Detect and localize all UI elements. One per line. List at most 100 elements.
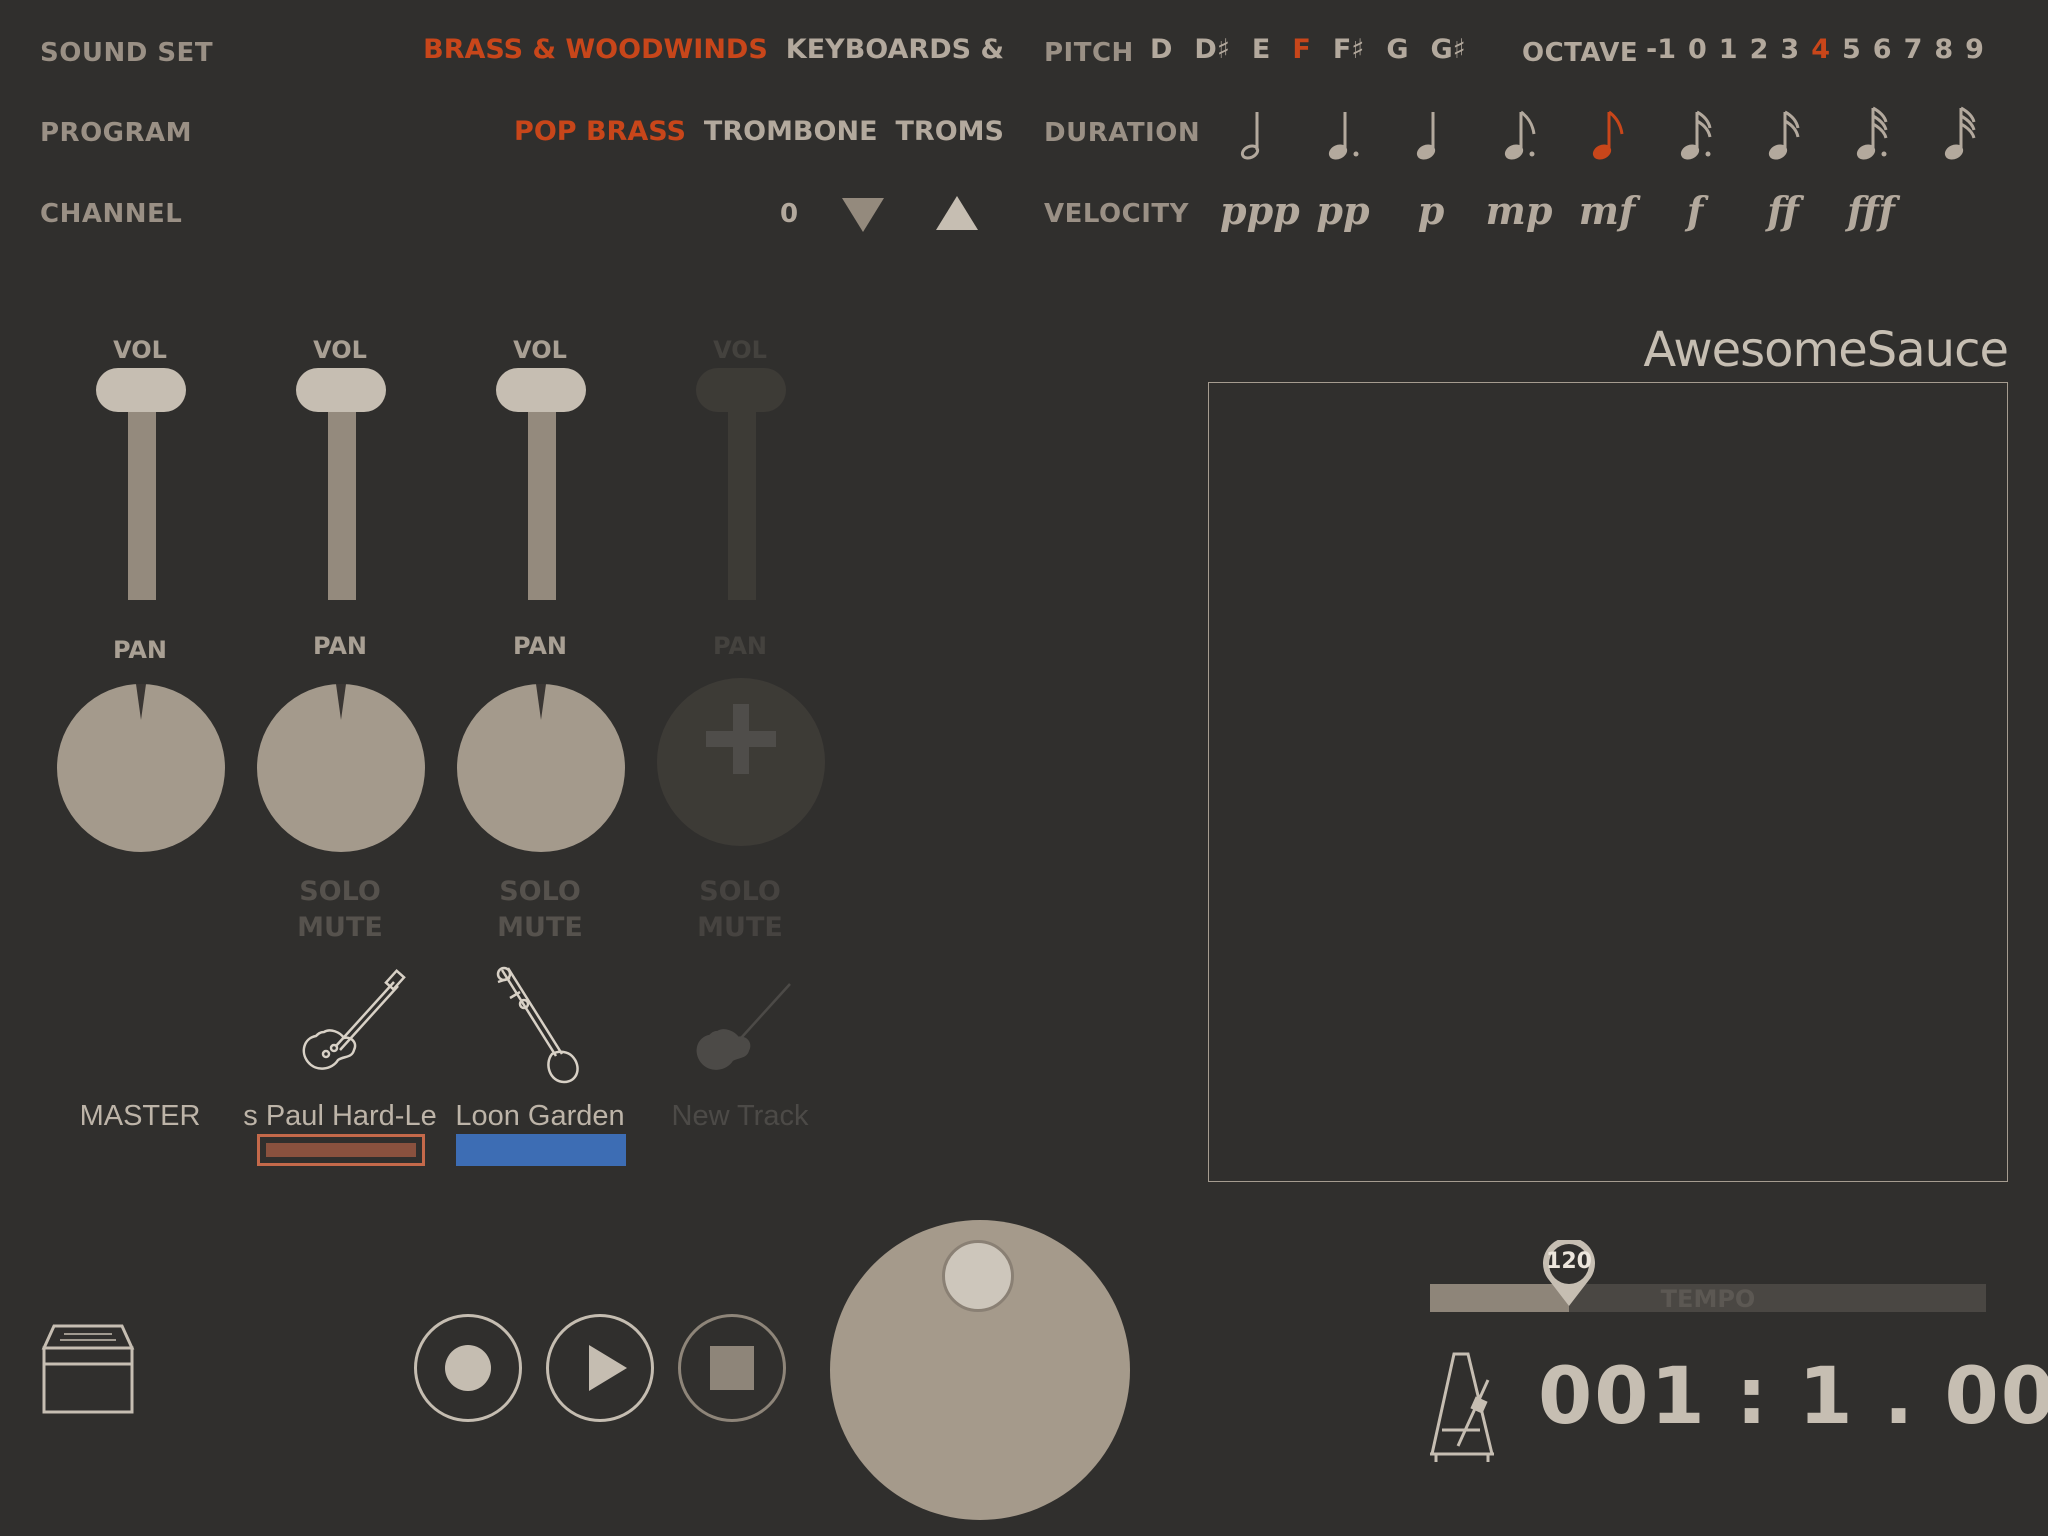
octave-7[interactable]: 7 bbox=[1904, 34, 1923, 65]
velocity-ff[interactable]: ff bbox=[1748, 188, 1818, 233]
velocity-label: VELOCITY bbox=[1044, 199, 1189, 229]
mute-button[interactable]: MUTE bbox=[240, 910, 440, 946]
octave-9[interactable]: 9 bbox=[1965, 34, 1984, 65]
electric-guitar-icon[interactable] bbox=[286, 966, 406, 1086]
octave-5[interactable]: 5 bbox=[1842, 34, 1861, 65]
track-name[interactable]: Loon Garden bbox=[440, 1100, 640, 1133]
velocity-list: ppp pp p mp mf f ff fff bbox=[1220, 188, 1906, 233]
octave-minus-1[interactable]: -1 bbox=[1646, 34, 1676, 65]
volume-fader-track[interactable] bbox=[528, 388, 556, 600]
pan-knob[interactable] bbox=[457, 684, 625, 852]
electric-guitar-icon bbox=[696, 983, 791, 1070]
dotted-quarter-note-icon[interactable] bbox=[1312, 104, 1372, 164]
panel-title: AwesomeSauce bbox=[1643, 322, 2009, 378]
plus-icon bbox=[706, 704, 776, 774]
pan-indicator-icon bbox=[136, 684, 146, 720]
velocity-mf[interactable]: mf bbox=[1572, 188, 1642, 233]
velocity-p[interactable]: p bbox=[1396, 188, 1466, 233]
program-list: POP BRASS TROMBONE TROMS bbox=[514, 116, 1004, 147]
program-trombone[interactable]: TROMBONE bbox=[704, 116, 878, 147]
pitch-e[interactable]: E bbox=[1252, 34, 1270, 65]
metronome-icon[interactable] bbox=[1428, 1350, 1500, 1464]
channel-up-icon[interactable] bbox=[934, 194, 980, 234]
volume-fader-track[interactable] bbox=[328, 388, 356, 600]
half-note-icon[interactable] bbox=[1224, 104, 1284, 164]
sound-set-brass-woodwinds[interactable]: BRASS & WOODWINDS bbox=[423, 34, 768, 65]
program-troms[interactable]: TROMS bbox=[896, 116, 1004, 147]
channel-value: 0 bbox=[780, 199, 799, 229]
channel-label: CHANNEL bbox=[40, 199, 183, 229]
vol-label: VOL bbox=[713, 336, 767, 364]
octave-1[interactable]: 1 bbox=[1719, 34, 1738, 65]
sound-set-label: SOUND SET bbox=[40, 38, 214, 68]
position-readout: 001 : 1 . 001 bbox=[1538, 1352, 2048, 1442]
pitch-g-sharp[interactable]: G♯ bbox=[1431, 34, 1466, 65]
channel-down-icon[interactable] bbox=[840, 194, 886, 234]
dotted-sixteenth-note-icon[interactable] bbox=[1664, 104, 1724, 164]
volume-fader-track[interactable] bbox=[128, 388, 156, 600]
pitch-label: PITCH bbox=[1044, 38, 1134, 68]
quarter-note-icon[interactable] bbox=[1400, 104, 1460, 164]
save-box-icon[interactable] bbox=[40, 1324, 136, 1414]
mute-button[interactable]: MUTE bbox=[440, 910, 640, 946]
velocity-f[interactable]: f bbox=[1660, 188, 1730, 233]
mute-button: MUTE bbox=[697, 912, 783, 943]
pitch-f[interactable]: F bbox=[1292, 34, 1310, 65]
volume-fader-knob[interactable] bbox=[296, 368, 386, 412]
stop-button[interactable] bbox=[678, 1314, 786, 1422]
solo-button[interactable]: SOLO bbox=[440, 874, 640, 910]
pan-indicator-icon bbox=[336, 684, 346, 720]
dotted-eighth-note-icon[interactable] bbox=[1488, 104, 1548, 164]
play-button[interactable] bbox=[546, 1314, 654, 1422]
volume-fader-knob[interactable] bbox=[96, 368, 186, 412]
tempo-slider-thumb[interactable]: 120 bbox=[1535, 1240, 1603, 1308]
sitar-icon[interactable] bbox=[480, 960, 600, 1088]
tempo-value: 120 bbox=[1546, 1249, 1592, 1274]
octave-6[interactable]: 6 bbox=[1873, 34, 1892, 65]
main-panel[interactable] bbox=[1208, 382, 2008, 1182]
solo-button[interactable]: SOLO bbox=[240, 874, 440, 910]
mixer-strip-new-track: VOL PAN SOLO MUTE New Track bbox=[640, 336, 840, 1176]
volume-fader-track bbox=[728, 388, 756, 600]
octave-0[interactable]: 0 bbox=[1688, 34, 1707, 65]
octave-2[interactable]: 2 bbox=[1750, 34, 1769, 65]
velocity-ppp[interactable]: ppp bbox=[1220, 188, 1300, 233]
track-color-fill[interactable] bbox=[456, 1134, 626, 1166]
pitch-g[interactable]: G bbox=[1386, 34, 1408, 65]
track-name[interactable]: s Paul Hard-Le bbox=[240, 1100, 440, 1133]
octave-3[interactable]: 3 bbox=[1780, 34, 1799, 65]
duration-label: DURATION bbox=[1044, 118, 1201, 148]
pan-knob[interactable] bbox=[257, 684, 425, 852]
pan-knob[interactable] bbox=[57, 684, 225, 852]
track-name[interactable]: New Track bbox=[640, 1100, 840, 1133]
dotted-thirty-second-note-icon[interactable] bbox=[1840, 104, 1900, 164]
octave-8[interactable]: 8 bbox=[1934, 34, 1953, 65]
thirty-second-note-icon[interactable] bbox=[1928, 104, 1988, 164]
record-button[interactable] bbox=[414, 1314, 522, 1422]
sound-set-keyboards[interactable]: KEYBOARDS & bbox=[786, 34, 1004, 65]
track-color-outline[interactable] bbox=[257, 1134, 425, 1166]
sixteenth-note-icon[interactable] bbox=[1752, 104, 1812, 164]
pitch-d[interactable]: D bbox=[1150, 34, 1172, 65]
pan-label: PAN bbox=[712, 632, 768, 660]
program-pop-brass[interactable]: POP BRASS bbox=[514, 116, 686, 147]
eighth-note-icon[interactable] bbox=[1576, 104, 1636, 164]
velocity-mp[interactable]: mp bbox=[1484, 188, 1554, 233]
vol-label: VOL bbox=[113, 336, 167, 364]
pitch-d-sharp[interactable]: D♯ bbox=[1194, 34, 1229, 65]
volume-fader-knob[interactable] bbox=[496, 368, 586, 412]
tempo-slider-track[interactable]: TEMPO bbox=[1430, 1284, 1986, 1313]
vol-label: VOL bbox=[313, 336, 367, 364]
velocity-fff[interactable]: fff bbox=[1836, 188, 1906, 233]
play-icon bbox=[589, 1345, 627, 1391]
tempo-label: TEMPO bbox=[1660, 1285, 1756, 1313]
add-track-button[interactable] bbox=[657, 678, 825, 846]
octave-4[interactable]: 4 bbox=[1811, 34, 1830, 65]
mixer-strip-track-1: VOL PAN SOLO MUTE s Paul Hard-Le bbox=[240, 336, 440, 1176]
velocity-pp[interactable]: pp bbox=[1308, 188, 1378, 233]
sound-set-list: BRASS & WOODWINDS KEYBOARDS & bbox=[423, 34, 1004, 65]
pitch-f-sharp[interactable]: F♯ bbox=[1333, 34, 1365, 65]
jog-wheel[interactable] bbox=[830, 1220, 1130, 1520]
jog-wheel-handle[interactable] bbox=[942, 1240, 1014, 1312]
pan-label: PAN bbox=[112, 636, 168, 664]
